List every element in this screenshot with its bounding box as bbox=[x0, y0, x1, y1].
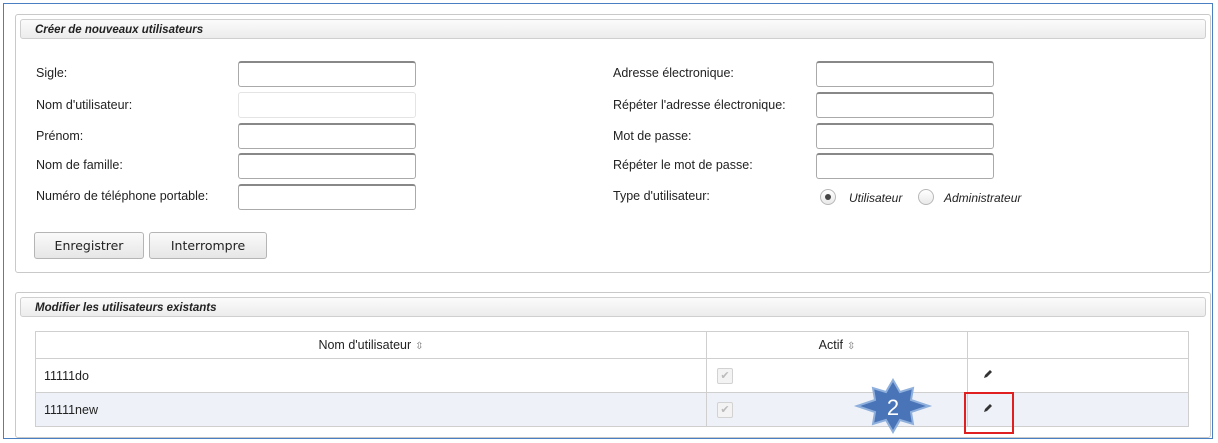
table-row: 11111new ✔ bbox=[35, 392, 1189, 427]
radio-admin-label: Administrateur bbox=[944, 191, 1022, 205]
field-label-password: Mot de passe: bbox=[613, 129, 692, 143]
field-label-mobile: Numéro de téléphone portable: bbox=[36, 189, 209, 203]
row-username: 11111do bbox=[35, 358, 707, 393]
save-button[interactable]: Enregistrer bbox=[34, 232, 144, 259]
callout-number: 2 bbox=[887, 395, 899, 420]
column-header-active[interactable]: Actif ⇳ bbox=[706, 331, 968, 359]
users-table: Nom d'utilisateur ⇳ Actif ⇳ 11111do ✔ 1111… bbox=[35, 331, 1189, 427]
cancel-button[interactable]: Interrompre bbox=[149, 232, 267, 259]
password-input[interactable] bbox=[816, 123, 994, 149]
sigle-input[interactable] bbox=[238, 61, 416, 87]
field-label-lastname: Nom de famille: bbox=[36, 158, 123, 172]
create-panel-title: Créer de nouveaux utilisateurs bbox=[20, 19, 1206, 39]
radio-user[interactable] bbox=[820, 189, 836, 205]
column-header-username[interactable]: Nom d'utilisateur ⇳ bbox=[35, 331, 707, 359]
highlight-box bbox=[964, 392, 1014, 434]
firstname-input[interactable] bbox=[238, 123, 416, 149]
field-label-username: Nom d'utilisateur: bbox=[36, 98, 133, 112]
active-checkbox: ✔ bbox=[717, 401, 733, 418]
email-repeat-input[interactable] bbox=[816, 92, 994, 118]
edit-pencil-icon[interactable] bbox=[982, 368, 994, 380]
row-username: 11111new bbox=[35, 392, 707, 427]
sort-icon: ⇳ bbox=[415, 341, 424, 352]
table-header-row: Nom d'utilisateur ⇳ Actif ⇳ bbox=[35, 331, 1189, 359]
active-checkbox: ✔ bbox=[717, 367, 733, 384]
field-label-password-repeat: Répéter le mot de passe: bbox=[613, 158, 753, 172]
radio-admin[interactable] bbox=[918, 189, 934, 205]
password-repeat-input[interactable] bbox=[816, 153, 994, 179]
table-row: 11111do ✔ bbox=[35, 358, 1189, 393]
edit-panel-title: Modifier les utilisateurs existants bbox=[20, 297, 1206, 317]
sort-icon: ⇳ bbox=[846, 341, 856, 352]
field-label-email: Adresse électronique: bbox=[613, 66, 734, 80]
username-input[interactable] bbox=[238, 92, 416, 118]
field-label-sigle: Sigle: bbox=[36, 66, 68, 80]
email-input[interactable] bbox=[816, 61, 994, 87]
radio-user-label: Utilisateur bbox=[849, 191, 903, 205]
callout-star-badge: 2 bbox=[853, 378, 933, 434]
mobile-input[interactable] bbox=[238, 184, 416, 210]
field-label-user-type: Type d'utilisateur: bbox=[613, 189, 710, 203]
lastname-input[interactable] bbox=[238, 153, 416, 179]
field-label-email-repeat: Répéter l'adresse électronique: bbox=[613, 98, 786, 112]
column-header-actions bbox=[967, 331, 1189, 359]
field-label-firstname: Prénom: bbox=[36, 129, 84, 143]
